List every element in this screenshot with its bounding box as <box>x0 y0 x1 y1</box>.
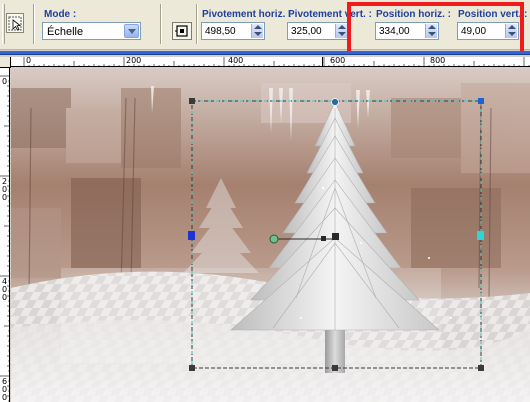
mode-select[interactable]: Échelle <box>42 22 141 40</box>
horizontal-ruler: 0 200 400 600 800 <box>11 57 530 67</box>
ruler-label: 600 <box>330 57 346 65</box>
position-highlight-frame <box>347 2 524 55</box>
palette-accent-bar <box>0 51 530 55</box>
rotation-handle[interactable] <box>269 234 279 244</box>
resize-handle-top-right[interactable] <box>478 98 484 104</box>
tool-options-palette: Mode : Échelle Pivotement horiz. : 498,5… <box>0 0 530 55</box>
ruler-label: 0 <box>26 57 32 65</box>
resize-handle-bottom-left[interactable] <box>189 365 195 371</box>
resize-handle-right[interactable] <box>477 231 484 240</box>
horizontal-ruler-ticks <box>23 57 530 66</box>
toolbar-separator <box>196 4 198 44</box>
resize-handle-bottom-right[interactable] <box>478 365 484 371</box>
toolbar-separator <box>33 4 35 44</box>
resize-handle-left[interactable] <box>188 231 195 240</box>
pivot-point-handle[interactable] <box>321 236 326 241</box>
pivot-horizontal-field[interactable]: 498,50 <box>201 22 265 40</box>
pivot-horizontal-label: Pivotement horiz. : <box>202 9 292 20</box>
pivot-vertical-field[interactable]: 325,00 <box>287 22 349 40</box>
ruler-label: 4 0 0 <box>2 277 8 302</box>
winter-scene-image <box>11 68 530 402</box>
palette-grip[interactable] <box>2 4 5 44</box>
vertical-ruler: 0 2 0 0 4 0 0 6 0 0 <box>0 68 10 402</box>
pivot-horizontal-spinner[interactable] <box>251 24 263 38</box>
ruler-label: 6 0 0 <box>2 377 8 402</box>
image-canvas[interactable] <box>11 68 530 402</box>
ruler-label: 200 <box>126 57 142 65</box>
resize-handle-top-left[interactable] <box>189 98 195 104</box>
ruler-position-marker <box>322 57 323 66</box>
pick-tool-icon[interactable] <box>6 13 24 33</box>
mode-label: Mode : <box>44 9 77 20</box>
scale-mode-pin-icon <box>175 25 188 37</box>
ruler-label: 0 <box>2 77 8 86</box>
pivot-vertical-spinner[interactable] <box>335 24 347 38</box>
toolbar-separator <box>160 4 162 44</box>
scale-mode-pin-button[interactable] <box>172 22 192 40</box>
vertical-ruler-ticks <box>0 75 9 402</box>
ruler-label: 400 <box>228 57 244 65</box>
center-handle[interactable] <box>332 233 339 240</box>
pivot-vertical-value: 325,00 <box>291 26 322 37</box>
chevron-down-icon[interactable] <box>124 24 139 38</box>
mode-value: Échelle <box>47 26 84 38</box>
ruler-label: 800 <box>430 57 446 65</box>
ruler-label: 2 0 0 <box>2 177 8 202</box>
resize-handle-top[interactable] <box>331 98 339 106</box>
resize-handle-bottom[interactable] <box>332 365 338 371</box>
ruler-corner <box>0 57 11 68</box>
pivot-horizontal-value: 498,50 <box>205 26 236 37</box>
